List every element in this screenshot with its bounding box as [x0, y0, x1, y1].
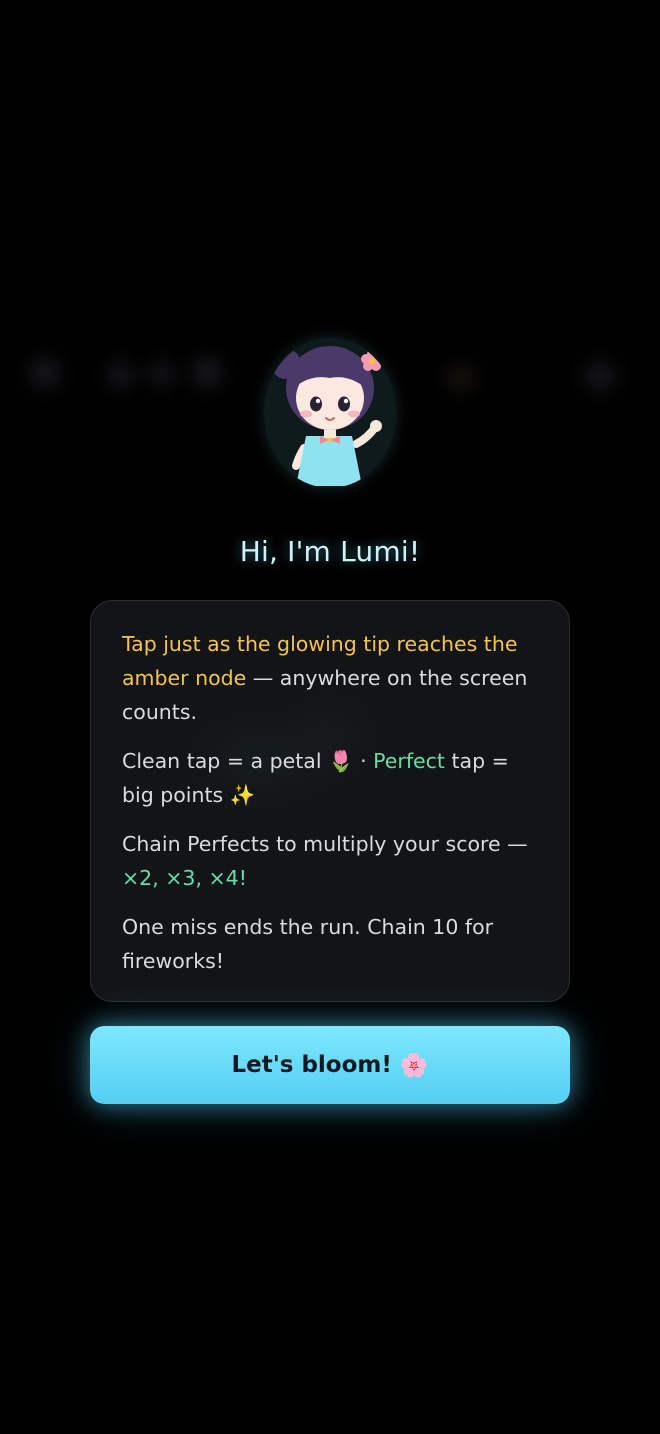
instruction-miss: One miss ends the run. Chain 10 for fire…	[122, 915, 494, 973]
greeting-title: Hi, I'm Lumi!	[239, 535, 421, 568]
instruction-timing: Tap just as the glowing tip reaches the …	[122, 627, 539, 729]
lumi-avatar	[264, 338, 396, 488]
tulip-icon: 🌷	[328, 749, 354, 773]
background-blurred-node	[108, 362, 134, 388]
background-blurred-node	[586, 362, 614, 390]
sparkles-icon: ✨	[229, 783, 256, 807]
lumi-character-illustration	[271, 346, 383, 486]
start-button-label: Let's bloom!	[231, 1052, 392, 1078]
instruction-clean-tap: Clean tap = a petal	[122, 749, 322, 773]
background-blurred-node	[30, 358, 60, 388]
blossom-icon: 🌸	[399, 1052, 429, 1079]
instructions-card: Tap just as the glowing tip reaches the …	[90, 600, 570, 1002]
background-blurred-node	[448, 365, 474, 391]
instruction-separator: ·	[353, 749, 374, 773]
instruction-chain-text: Chain Perfects to multiply your score —	[122, 832, 528, 856]
instruction-chain: Chain Perfects to multiply your score — …	[122, 827, 539, 895]
background-blurred-node	[150, 362, 174, 386]
instruction-multipliers: ×2, ×3, ×4!	[122, 866, 247, 890]
start-button[interactable]: Let's bloom! 🌸	[90, 1026, 570, 1104]
instruction-perfect-highlight: Perfect	[373, 749, 445, 773]
instruction-scoring: Clean tap = a petal 🌷 · Perfect tap = bi…	[122, 744, 539, 812]
background-blurred-node	[192, 358, 222, 388]
